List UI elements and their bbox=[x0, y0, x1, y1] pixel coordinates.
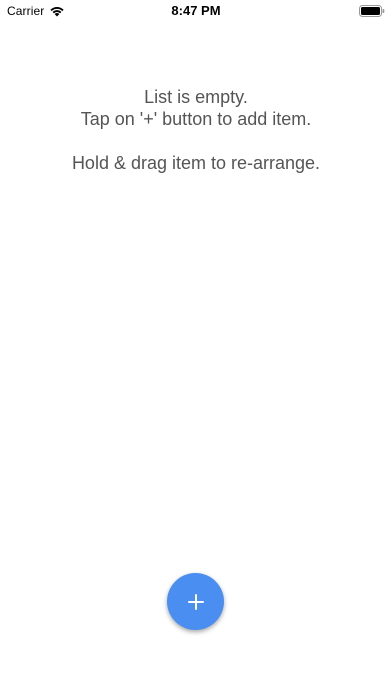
app-screen: Carrier 8:47 PM List is empty. Tap on '+… bbox=[0, 0, 392, 696]
empty-state-spacer bbox=[0, 130, 392, 152]
status-bar: Carrier 8:47 PM bbox=[0, 0, 392, 22]
battery-icon bbox=[359, 5, 385, 17]
empty-state-message: List is empty. Tap on '+' button to add … bbox=[0, 86, 392, 174]
empty-state-add-hint: Tap on '+' button to add item. bbox=[80, 109, 312, 129]
clock: 8:47 PM bbox=[171, 3, 221, 18]
add-item-button[interactable] bbox=[167, 573, 224, 630]
empty-state-reorder-hint: Hold & drag item to re-arrange. bbox=[71, 153, 321, 173]
empty-state-title: List is empty. bbox=[144, 87, 248, 107]
plus-icon bbox=[187, 593, 204, 610]
